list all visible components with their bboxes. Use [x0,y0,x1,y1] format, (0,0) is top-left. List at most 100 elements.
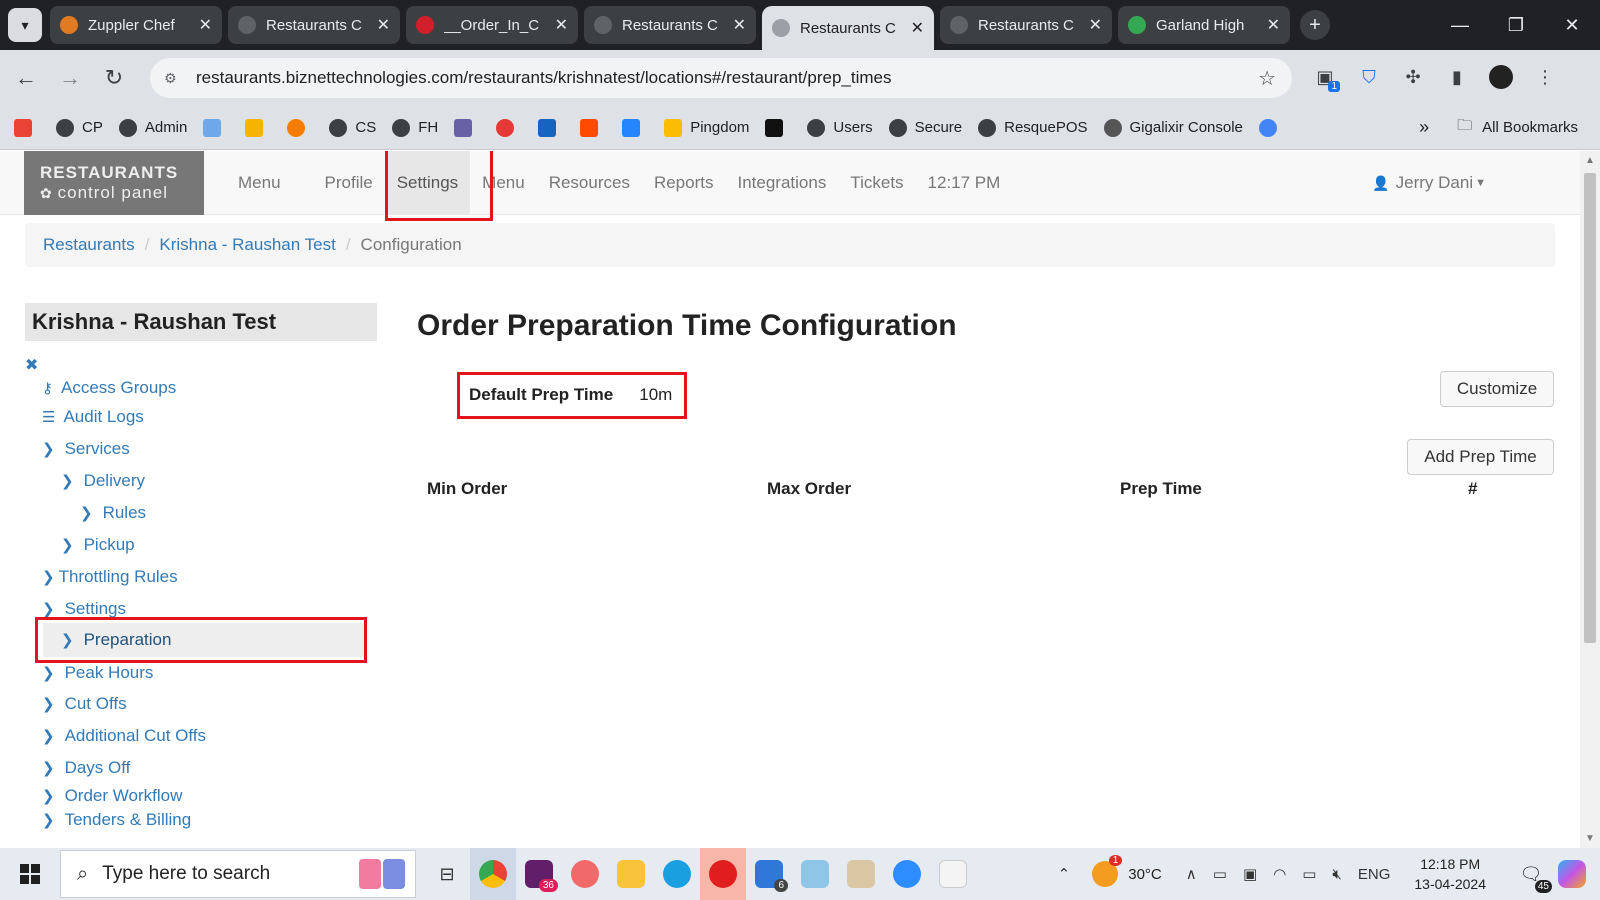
nav-settings[interactable]: Settings [384,151,471,215]
browser-tab[interactable]: Restaurants C ✕ [228,6,400,44]
bookmark-colorful[interactable] [245,118,271,137]
bookmark-pingdom[interactable]: Pingdom [664,118,749,137]
bookmark-orange[interactable] [287,118,313,137]
add-prep-time-button[interactable]: Add Prep Time [1407,439,1554,475]
profile-avatar-icon[interactable] [1486,62,1516,92]
reload-icon[interactable]: ↻ [96,60,132,96]
bookmark-heroku[interactable] [454,118,480,137]
nav-resources[interactable]: Resources [537,151,642,215]
breadcrumb-restaurant[interactable]: Krishna - Raushan Test [159,235,335,255]
bookmark-users[interactable]: Users [807,118,873,137]
nav-menu-2[interactable]: Menu [470,151,537,215]
nav-tickets[interactable]: Tickets [838,151,915,215]
close-icon[interactable]: ✕ [199,15,212,35]
weather-widget[interactable]: 1 30°C [1092,855,1162,887]
edge-icon[interactable] [654,848,700,900]
minimize-icon[interactable]: — [1432,0,1488,50]
bookmark-pp[interactable] [765,118,791,137]
customize-button[interactable]: Customize [1440,371,1554,407]
sidebar-item-order-workflow[interactable]: ❯ Order Workflow [42,786,182,806]
show-hidden-icons[interactable]: ∧ [1186,865,1197,883]
new-tab-button[interactable]: + [1300,10,1330,40]
close-icon[interactable]: ✕ [911,18,924,38]
sidebar-item-access-groups[interactable]: ⚷ Access Groups [42,378,176,398]
scroll-down-icon[interactable]: ▼ [1580,833,1600,844]
browser-tab-active[interactable]: Restaurants C ✕ [762,6,934,50]
tab-search-button[interactable]: ▾ [8,8,42,42]
sidebar-item-delivery[interactable]: ❯ Delivery [61,471,145,491]
browser-tab[interactable]: Garland High ✕ [1118,6,1290,44]
all-bookmarks-link[interactable]: All Bookmarks [1482,119,1578,136]
sidebar-item-rules[interactable]: ❯ Rules [80,503,146,523]
bookmark-confluence[interactable] [622,118,648,137]
close-icon[interactable]: ✕ [1267,15,1280,35]
language-indicator[interactable]: ENG [1358,866,1391,883]
sidebar-item-settings[interactable]: ❯ Settings [42,599,126,619]
bookmark-gmail[interactable] [14,118,40,137]
browser-tab[interactable]: __Order_In_C ✕ [406,6,578,44]
wifi-icon[interactable]: ◠ [1273,865,1286,883]
bookmark-cp[interactable]: CP [56,118,103,137]
sidebar-item-preparation[interactable]: ❯ Preparation [43,623,365,657]
sidebar-item-peak-hours[interactable]: ❯ Peak Hours [42,663,153,683]
more-menu-icon[interactable]: ⋮ [1530,62,1560,92]
restore-icon[interactable]: ❐ [1488,0,1544,50]
sidebar-item-pickup[interactable]: ❯ Pickup [61,535,135,555]
sidebar-item-tenders-billing[interactable]: ❯ Tenders & Billing [42,810,191,830]
bookmark-assistant[interactable] [1258,118,1285,137]
user-menu[interactable]: 👤 Jerry Dani ▼ [1372,173,1486,193]
bookmark-cs[interactable]: CS [329,118,376,137]
bookmark-fh[interactable]: FH [392,118,438,137]
bookmark-star-icon[interactable]: ☆ [1258,66,1276,91]
browser-tab-zuppler-chef[interactable]: Zuppler Chef ✕ [50,6,222,44]
scroll-thumb[interactable] [1584,173,1596,643]
file-explorer-icon[interactable] [608,848,654,900]
sidebar-item-days-off[interactable]: ❯ Days Off [42,758,130,778]
bookmark-admin[interactable]: Admin [118,118,187,137]
bookmark-lifebuoy[interactable] [496,118,522,137]
notepad-icon[interactable] [792,848,838,900]
site-info-icon[interactable]: ⚙ [164,70,184,87]
display-icon[interactable]: ▣ [1243,865,1257,883]
chevron-up-icon[interactable]: ⌃ [1058,865,1071,883]
shield-icon[interactable]: ⛉ [1354,62,1384,92]
notifications-icon[interactable]: 🗨︎ 45 [1516,859,1552,893]
forward-icon[interactable]: → [52,60,88,96]
start-button[interactable] [0,848,60,900]
paint-icon[interactable] [838,848,884,900]
bookmark-blue-b[interactable] [538,118,564,137]
nav-reports[interactable]: Reports [642,151,726,215]
sidebar-item-services[interactable]: ❯ Services [42,439,130,459]
sidebar-item-cut-offs[interactable]: ❯ Cut Offs [42,694,127,714]
close-icon[interactable]: ✕ [733,15,746,35]
close-icon[interactable]: ✕ [377,15,390,35]
brand-logo[interactable]: RESTAURANTS ✿ control panel [24,151,204,215]
opera-icon[interactable] [700,848,746,900]
volume-muted-icon[interactable]: 🔇︎ [1332,866,1341,883]
close-icon[interactable]: ✕ [1089,15,1102,35]
taskbar-search[interactable]: ⌕ Type here to search [60,850,416,898]
page-scrollbar[interactable]: ▲ ▼ [1580,151,1600,848]
more-bookmarks-icon[interactable]: » [1419,117,1429,138]
sidebar-item-audit-logs[interactable]: ☰ Audit Logs [42,407,144,427]
todo-icon[interactable]: 6 [746,848,792,900]
close-window-icon[interactable]: ✕ [1544,0,1600,50]
browser-tab[interactable]: Restaurants C ✕ [584,6,756,44]
battery-icon[interactable]: ▭ [1302,865,1316,883]
bookmark-resquepos[interactable]: ResquePOS [978,118,1088,137]
nav-profile[interactable]: Profile [313,151,385,215]
zoom-icon[interactable] [884,848,930,900]
blank-app-icon[interactable] [930,848,976,900]
bookmark-zapier[interactable] [580,118,606,137]
extension-badge-icon[interactable]: ▣ 1 [1310,62,1340,92]
url-bar[interactable]: ⚙ restaurants.biznettechnologies.com/res… [150,58,1292,98]
bookmark-pos[interactable] [203,118,229,137]
slack-icon[interactable]: 36 [516,848,562,900]
bookmark-gigalixir[interactable]: Gigalixir Console [1103,118,1243,137]
scroll-up-icon[interactable]: ▲ [1580,155,1600,166]
meet-icon[interactable]: ▭ [1213,865,1227,883]
browser-tab[interactable]: Restaurants C ✕ [940,6,1112,44]
sidebar-item-additional-cut-offs[interactable]: ❯ Additional Cut Offs [42,726,206,746]
extensions-puzzle-icon[interactable]: ✣ [1398,62,1428,92]
close-icon[interactable]: ✖ [25,355,38,375]
